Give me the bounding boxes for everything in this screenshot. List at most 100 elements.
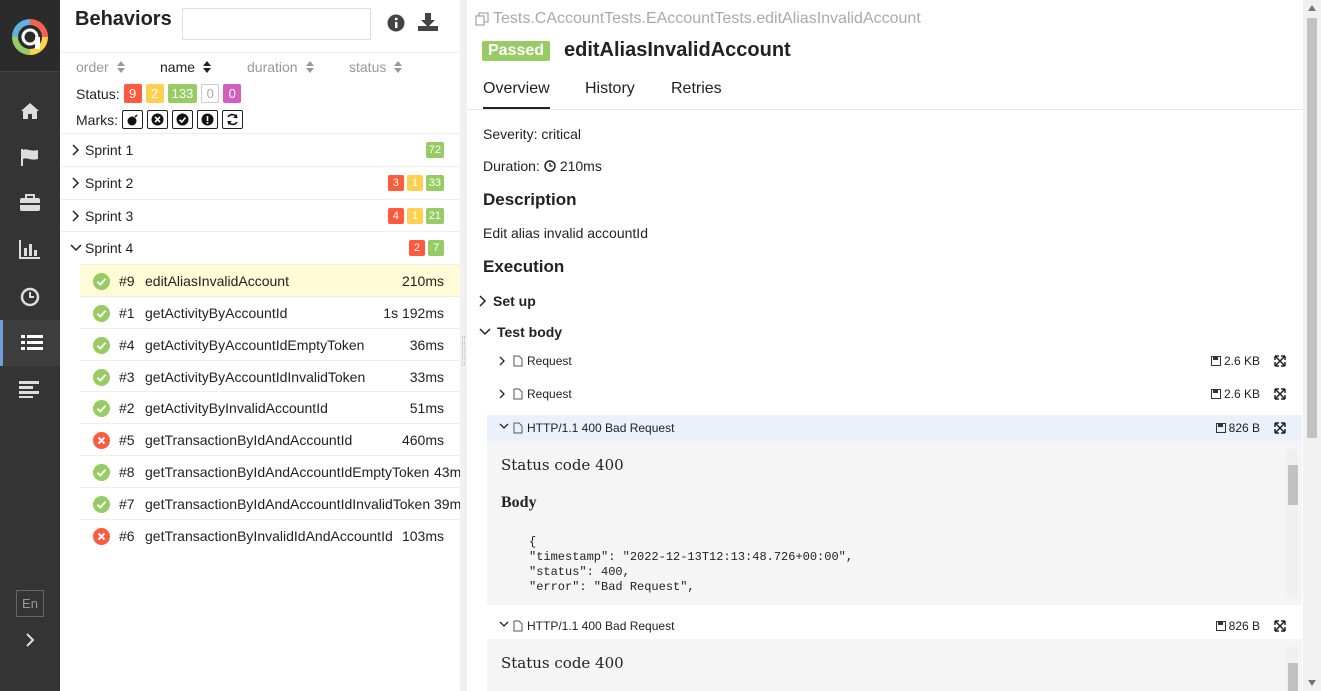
test-number: #8 (119, 464, 135, 480)
count-passed: 21 (425, 208, 444, 224)
expand-icon[interactable] (1274, 422, 1286, 434)
body-line: "error": "Bad Request", (529, 580, 695, 594)
tab-retries[interactable]: Retries (671, 80, 722, 98)
mark-flaky-bomb-icon[interactable] (122, 110, 143, 129)
test-row[interactable]: #2 getActivityByInvalidAccountId 51ms (80, 391, 460, 423)
attachment-size-text: 826 B (1228, 421, 1260, 435)
scroll-down-arrow-icon[interactable] (1307, 679, 1317, 687)
attachment-scrollbar[interactable] (1286, 449, 1298, 597)
info-icon[interactable] (387, 14, 405, 35)
detail-scrollbar[interactable] (1303, 0, 1321, 691)
behaviors-tree-pane: Behaviors order name duration status Sta… (60, 0, 460, 691)
sort-order[interactable]: order (76, 59, 125, 75)
mark-new-broken-exclamation-icon[interactable] (197, 110, 218, 129)
attachment-row[interactable]: HTTP/1.1 400 Bad Request 826 B (487, 415, 1302, 441)
sort-updown-icon (203, 61, 212, 73)
test-row[interactable]: #5 getTransactionByIdAndAccountId 460ms (80, 423, 460, 455)
nav-graphs-chart-icon[interactable] (0, 226, 60, 272)
expand-nav-chevron-icon[interactable] (18, 628, 42, 652)
test-row[interactable]: #8 getTransactionByIdAndAccountIdEmptyTo… (80, 455, 460, 487)
passed-check-icon (93, 337, 110, 354)
execution-heading: Execution (483, 257, 565, 276)
nav-behaviors-list-icon[interactable] (0, 320, 60, 366)
attachment-preview: Status code 400 Body { "timestamp": "202… (487, 441, 1302, 605)
test-row[interactable]: #1 getActivityByAccountId 1s 192ms (80, 296, 460, 328)
test-duration: 1s 192ms (383, 305, 444, 321)
test-row[interactable]: #7 getTransactionByIdAndAccountIdInvalid… (80, 487, 460, 519)
attachment-label: HTTP/1.1 400 Bad Request (527, 421, 675, 435)
test-row[interactable]: #4 getActivityByAccountIdEmptyToken 36ms (80, 328, 460, 360)
stage-label: Test body (497, 324, 563, 340)
nav-packages-align-icon[interactable] (0, 366, 60, 412)
count-broken: 1 (406, 208, 423, 224)
sort-label: status (349, 59, 387, 75)
floppy-icon (1215, 621, 1226, 631)
status-filter-passed[interactable]: 133 (167, 84, 198, 103)
test-name: getActivityByInvalidAccountId (145, 400, 328, 416)
sort-name[interactable]: name (160, 59, 212, 75)
scrollbar-thumb[interactable] (1288, 465, 1298, 505)
tab-overview[interactable]: Overview (483, 80, 550, 109)
passed-check-icon (93, 400, 110, 417)
group-counts: 2 7 (409, 240, 444, 256)
copy-icon[interactable] (475, 12, 489, 26)
body-heading: Body (501, 494, 537, 511)
attachment-label: Request (527, 354, 572, 368)
status-filter-failed[interactable]: 9 (123, 84, 142, 103)
file-icon (513, 620, 523, 632)
nav-categories-flag-icon[interactable] (0, 134, 60, 180)
allure-logo[interactable] (0, 0, 60, 72)
status-filter-broken[interactable]: 2 (145, 84, 164, 103)
chevron-right-icon (72, 210, 80, 222)
expand-icon[interactable] (1274, 388, 1286, 400)
tab-history[interactable]: History (585, 80, 635, 98)
test-row[interactable]: #9 editAliasInvalidAccount 210ms (80, 264, 460, 296)
nav-overview-home-icon[interactable] (0, 88, 60, 134)
pane-title: Behaviors (75, 8, 172, 30)
expand-icon[interactable] (1274, 620, 1286, 632)
marks-filter-row: Marks: (76, 110, 243, 129)
response-body: { "timestamp": "2022-12-13T12:13:48.726+… (529, 535, 853, 595)
test-row[interactable]: #6 getTransactionByInvalidIdAndAccountId… (80, 519, 460, 551)
language-selector[interactable]: En (16, 590, 44, 617)
test-title: editAliasInvalidAccount (564, 39, 791, 61)
test-duration: 39ms (434, 496, 460, 512)
test-number: #1 (119, 305, 135, 321)
attachment-scrollbar[interactable] (1286, 647, 1298, 691)
nav-suites-briefcase-icon[interactable] (0, 180, 60, 226)
stage-setup[interactable]: Set up (479, 293, 536, 309)
tree-group-sprint-2[interactable]: Sprint 2 3 1 33 (60, 166, 460, 199)
file-icon (513, 355, 523, 367)
sort-status[interactable]: status (349, 59, 403, 75)
attachment-row[interactable]: HTTP/1.1 400 Bad Request 826 B (487, 613, 1302, 639)
test-duration: 43ms (434, 464, 460, 480)
scroll-up-arrow-icon[interactable] (1307, 4, 1317, 12)
stage-test-body[interactable]: Test body (479, 324, 562, 340)
scrollbar-thumb[interactable] (1288, 663, 1298, 691)
download-icon[interactable] (417, 12, 439, 35)
attachment-size: 826 B (1215, 421, 1260, 435)
status-filter-skipped[interactable]: 0 (201, 84, 220, 103)
search-input[interactable] (182, 8, 371, 40)
mark-new-passed-check-icon[interactable] (172, 110, 193, 129)
sort-duration[interactable]: duration (247, 59, 314, 75)
status-filter-unknown[interactable]: 0 (223, 84, 242, 103)
group-counts: 3 1 33 (387, 175, 444, 191)
attachment-row[interactable]: Request 2.6 KB (487, 381, 1302, 407)
scrollbar-thumb[interactable] (1307, 18, 1317, 438)
test-row[interactable]: #3 getActivityByAccountIdInvalidToken 33… (80, 360, 460, 392)
pane-splitter[interactable] (460, 0, 467, 691)
mark-new-failed-x-icon[interactable] (147, 110, 168, 129)
mark-retries-refresh-icon[interactable] (222, 110, 243, 129)
test-name: getTransactionByIdAndAccountIdInvalidTok… (145, 496, 431, 512)
tree-group-sprint-3[interactable]: Sprint 3 4 1 21 (60, 199, 460, 232)
splitter-grip[interactable] (462, 336, 465, 366)
severity: Severity: critical (483, 126, 582, 142)
duration-value: 210ms (559, 158, 602, 174)
count-passed: 72 (425, 142, 444, 158)
tree-group-sprint-1[interactable]: Sprint 1 72 (60, 133, 460, 166)
expand-icon[interactable] (1274, 355, 1286, 367)
attachment-row[interactable]: Request 2.6 KB (487, 348, 1302, 374)
nav-timeline-clock-icon[interactable] (0, 274, 60, 320)
tree-group-sprint-4[interactable]: Sprint 4 2 7 (60, 231, 460, 264)
